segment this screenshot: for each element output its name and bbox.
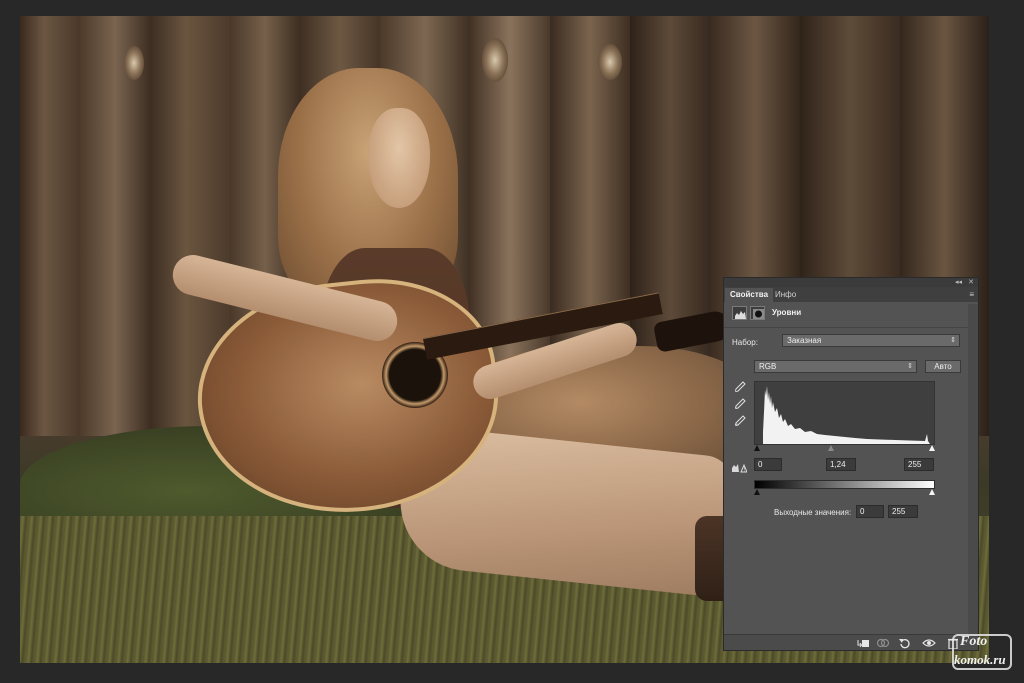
- visibility-eye-icon[interactable]: [922, 637, 936, 649]
- eyedropper-black-icon[interactable]: [734, 381, 746, 393]
- clip-to-layer-icon[interactable]: [856, 637, 870, 649]
- panel-bottom-bar: [724, 634, 978, 650]
- preset-select[interactable]: Заказная ⇕: [782, 334, 960, 347]
- wood-knot: [598, 44, 622, 80]
- input-white-slider[interactable]: [929, 445, 935, 451]
- histogram-graph: [763, 386, 930, 444]
- properties-panel: ◂◂ ✕ Свойства Инфо ≡ Уровни Набор: Заказ…: [723, 277, 979, 651]
- fence-plank: [80, 16, 150, 436]
- channel-select[interactable]: RGB ⇕: [754, 360, 917, 373]
- output-gradient: [754, 480, 935, 489]
- close-icon[interactable]: ✕: [968, 278, 974, 287]
- panel-tab-bar: Свойства Инфо ≡: [724, 287, 978, 302]
- watermark-line2: komok.ru: [954, 652, 1006, 667]
- reset-icon[interactable]: [898, 637, 912, 649]
- output-white-field[interactable]: 255: [888, 505, 918, 518]
- panel-title: Уровни: [772, 308, 802, 317]
- output-values-label: Выходные значения:: [774, 508, 852, 517]
- levels-icon[interactable]: [732, 306, 747, 320]
- panel-menu-icon[interactable]: ≡: [969, 289, 974, 300]
- view-previous-state-icon[interactable]: [876, 637, 890, 649]
- panel-top-bar: ◂◂ ✕: [724, 278, 978, 287]
- wood-knot: [124, 46, 144, 80]
- histogram: [754, 381, 935, 445]
- eyedropper-gray-icon[interactable]: [734, 398, 746, 410]
- output-black-slider[interactable]: [754, 489, 760, 495]
- face: [368, 108, 430, 208]
- chevron-updown-icon: ⇕: [907, 363, 913, 370]
- collapse-icon[interactable]: ◂◂: [955, 278, 962, 287]
- output-black-field[interactable]: 0: [856, 505, 884, 518]
- preset-label: Набор:: [732, 338, 758, 347]
- input-black-field[interactable]: 0: [754, 458, 782, 471]
- eyedropper-white-icon[interactable]: [734, 415, 746, 427]
- auto-button[interactable]: Авто: [925, 360, 961, 373]
- output-white-slider[interactable]: [929, 489, 935, 495]
- scrollbar[interactable]: [968, 304, 978, 634]
- wood-knot: [482, 38, 508, 82]
- fence-plank: [20, 16, 80, 436]
- output-slider[interactable]: [754, 489, 935, 495]
- photoshop-workspace: ◂◂ ✕ Свойства Инфо ≡ Уровни Набор: Заказ…: [0, 0, 1024, 683]
- input-slider[interactable]: [754, 445, 935, 451]
- clipping-warning-icon[interactable]: !: [731, 461, 747, 473]
- input-black-slider[interactable]: [754, 445, 760, 451]
- channel-value: RGB: [759, 362, 777, 371]
- mask-icon[interactable]: [750, 306, 765, 320]
- site-watermark: Foto komok.ru: [946, 626, 1016, 676]
- preset-value: Заказная: [787, 336, 822, 345]
- input-white-field[interactable]: 255: [904, 458, 934, 471]
- input-gamma-field[interactable]: 1,24: [826, 458, 856, 471]
- watermark-line1: Foto: [960, 634, 988, 649]
- tab-info[interactable]: Инфо: [770, 288, 801, 302]
- tab-properties[interactable]: Свойства: [725, 288, 774, 302]
- chevron-updown-icon: ⇕: [950, 337, 956, 344]
- divider: [724, 327, 978, 328]
- input-gamma-slider[interactable]: [828, 445, 834, 451]
